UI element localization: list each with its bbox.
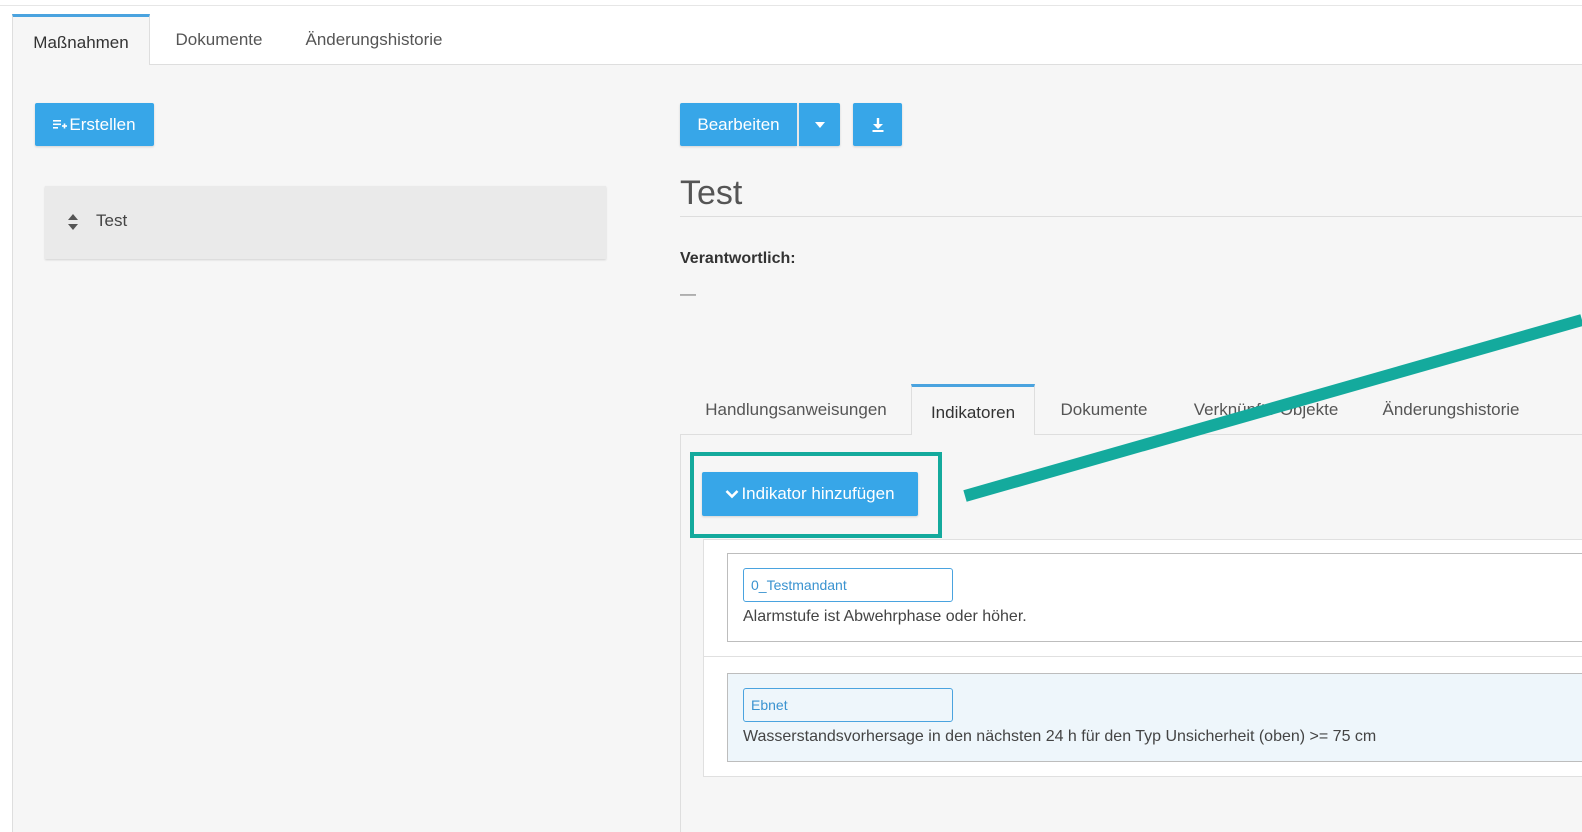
responsible-value: — bbox=[680, 286, 696, 303]
edit-dropdown-button[interactable] bbox=[799, 103, 840, 146]
detail-tabs: Handlungsanweisungen Indikatoren Dokumen… bbox=[680, 384, 1582, 437]
tab-aenderungshistorie-detail[interactable]: Änderungshistorie bbox=[1368, 384, 1534, 434]
tab-handlungsanweisungen[interactable]: Handlungsanweisungen bbox=[680, 384, 912, 434]
tab-label: Maßnahmen bbox=[33, 33, 129, 52]
top-divider bbox=[0, 5, 1582, 6]
tab-label: Änderungshistorie bbox=[1382, 400, 1520, 419]
tab-indikatoren[interactable]: Indikatoren bbox=[911, 384, 1035, 437]
list-item-label: Test bbox=[96, 211, 128, 230]
tab-verknuepfte-objekte[interactable]: Verknüpfte Objekte bbox=[1176, 384, 1356, 434]
caret-down-icon bbox=[814, 121, 825, 128]
tab-label: Änderungshistorie bbox=[305, 30, 443, 49]
annotation-highlight-box bbox=[690, 452, 942, 538]
tab-label: Dokumente bbox=[175, 30, 263, 49]
create-button-label: Erstellen bbox=[69, 114, 136, 134]
tab-aenderungshistorie[interactable]: Änderungshistorie bbox=[294, 14, 454, 64]
main-tabs: Maßnahmen Dokumente Änderungshistorie bbox=[12, 14, 1582, 67]
indicator-divider bbox=[703, 656, 1582, 657]
indicator-text: Wasserstandsvorhersage in den nächsten 2… bbox=[743, 728, 1377, 745]
list-add-icon bbox=[53, 119, 68, 129]
tab-label: Verknüpfte Objekte bbox=[1193, 400, 1339, 419]
indicator-text: Alarmstufe ist Abwehrphase oder höher. bbox=[743, 608, 1027, 625]
create-button[interactable]: Erstellen bbox=[35, 103, 154, 146]
page-title: Test bbox=[680, 174, 743, 212]
tab-label: Indikatoren bbox=[930, 403, 1016, 422]
edit-button-label: Bearbeiten bbox=[697, 114, 780, 134]
tab-label: Handlungsanweisungen bbox=[705, 400, 887, 419]
indicator-tag[interactable]: 0_Testmandant bbox=[743, 568, 953, 602]
indicator-item[interactable]: 0_Testmandant Alarmstufe ist Abwehrphase… bbox=[727, 553, 1582, 642]
indicator-item[interactable]: Ebnet Wasserstandsvorhersage in den näch… bbox=[727, 673, 1582, 762]
download-icon bbox=[872, 117, 883, 132]
responsible-label: Verantwortlich: bbox=[680, 250, 796, 267]
tab-dokumente-detail[interactable]: Dokumente bbox=[1042, 384, 1166, 434]
tab-label: Dokumente bbox=[1060, 400, 1148, 419]
title-divider bbox=[680, 216, 1582, 217]
list-item[interactable]: Test bbox=[45, 186, 606, 259]
sort-icon bbox=[68, 214, 78, 230]
tab-massnahmen[interactable]: Maßnahmen bbox=[12, 14, 150, 67]
tab-dokumente[interactable]: Dokumente bbox=[164, 14, 274, 64]
indicator-tag[interactable]: Ebnet bbox=[743, 688, 953, 722]
edit-button[interactable]: Bearbeiten bbox=[680, 103, 797, 146]
download-button[interactable] bbox=[853, 103, 902, 146]
